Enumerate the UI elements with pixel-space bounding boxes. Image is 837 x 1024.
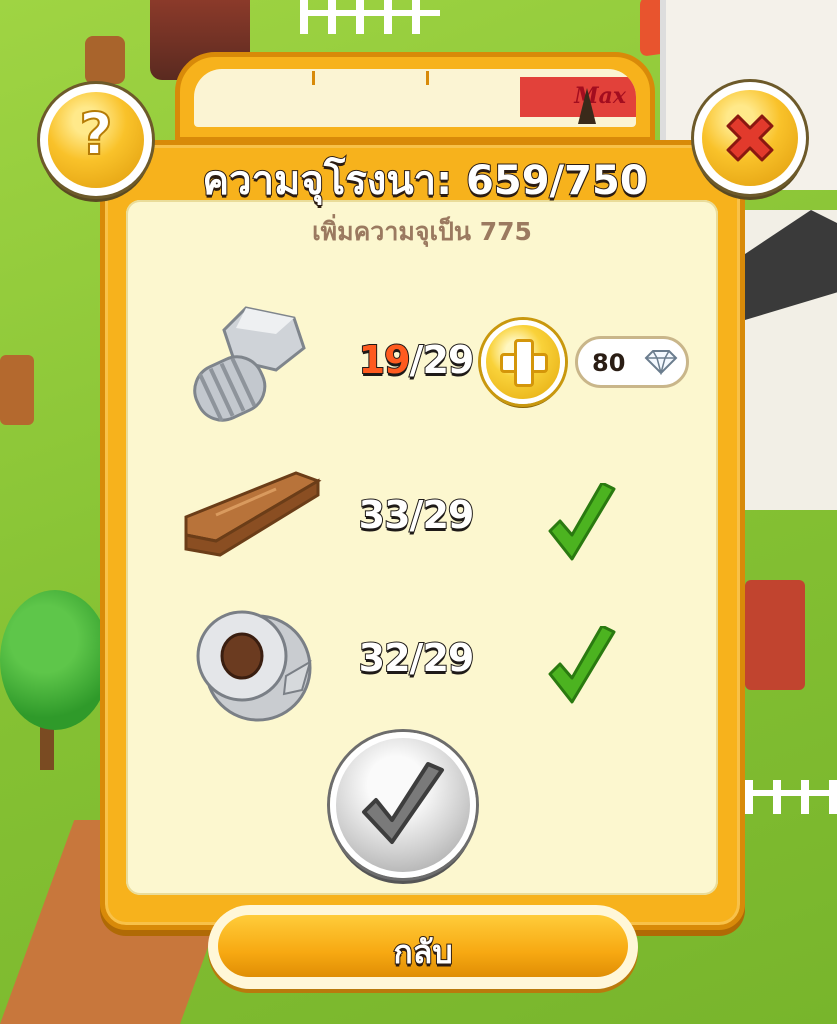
material-count: 32/29 bbox=[358, 635, 476, 681]
duct-tape-icon bbox=[176, 598, 326, 728]
material-row: 32/29 bbox=[126, 598, 718, 728]
close-button[interactable] bbox=[694, 82, 806, 194]
checkmark-icon bbox=[362, 762, 444, 844]
close-icon bbox=[726, 114, 774, 162]
gauge-needle bbox=[578, 88, 596, 124]
check-icon bbox=[548, 626, 616, 704]
back-button[interactable]: กลับ bbox=[208, 905, 638, 989]
check-icon bbox=[548, 483, 616, 561]
diamond-icon bbox=[644, 350, 678, 375]
tree bbox=[0, 590, 110, 770]
material-count: 19/29 bbox=[358, 337, 476, 383]
material-count: 33/29 bbox=[358, 492, 476, 538]
plank-icon bbox=[176, 455, 326, 585]
well bbox=[0, 355, 34, 425]
bolt-icon bbox=[176, 300, 326, 430]
confirm-upgrade-button[interactable] bbox=[330, 732, 476, 878]
help-button[interactable]: ? bbox=[40, 84, 152, 196]
material-row: 19/29 80 bbox=[126, 300, 718, 430]
back-label: กลับ bbox=[392, 932, 453, 972]
fence bbox=[745, 780, 837, 814]
question-mark-icon: ? bbox=[78, 99, 114, 169]
cost-value: 80 bbox=[592, 349, 626, 377]
roadside-stand bbox=[745, 580, 805, 690]
material-row: 33/29 bbox=[126, 455, 718, 585]
dialog-subtitle: เพิ่มความจุเป็น 775 bbox=[312, 217, 532, 246]
dialog-title: ความจุโรงนา: 659/750 bbox=[201, 157, 648, 205]
barrel bbox=[85, 36, 125, 84]
plus-icon[interactable] bbox=[481, 320, 565, 404]
fence bbox=[300, 0, 440, 34]
diamond-cost[interactable]: 80 bbox=[575, 336, 689, 388]
